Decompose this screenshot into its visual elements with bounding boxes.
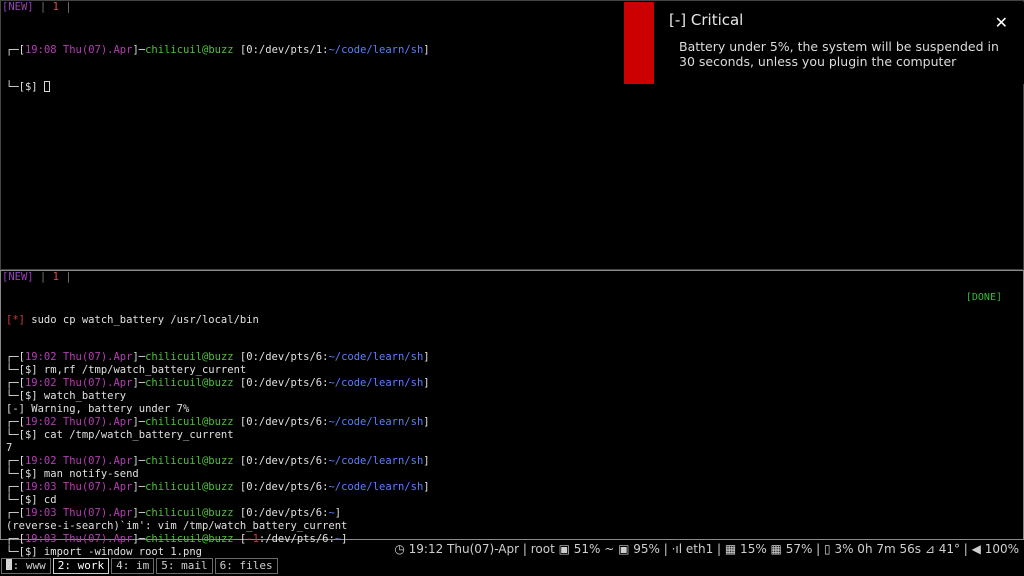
workspace-tab-2[interactable]: 2: work: [52, 558, 110, 574]
prompt-tty: 0:/dev/pts/6:: [246, 507, 329, 519]
workspace-tab-5[interactable]: 6: files: [214, 558, 278, 574]
command-line: └─[$] rm,rf /tmp/watch_battery_current: [6, 364, 1023, 377]
notification-body: Battery under 5%, the system will be sus…: [679, 39, 999, 69]
prompt-line: ┌─[19:02 Thu(07).Apr]─chilicuil@buzz [0:…: [6, 455, 430, 467]
tab-separator: |: [33, 1, 53, 13]
prompt-user: chilicuil@buzz: [145, 351, 234, 363]
prompt-line: ┌─[19:02 Thu(07).Apr]─chilicuil@buzz [0:…: [6, 351, 430, 363]
prompt-user: chilicuil@buzz: [145, 455, 234, 467]
notification-title: [-] Critical: [669, 11, 744, 29]
prompt-path: ~/code/learn/sh: [328, 351, 424, 363]
prompt-user: chilicuil@buzz: [145, 416, 234, 428]
prompt-tty: 0:/dev/pts/6:: [246, 455, 329, 467]
text-cursor: [43, 81, 50, 92]
status-bar: ◷ 19:12 Thu(07)-Apr | root ▣ 51% ~ ▣ 95%…: [0, 541, 1024, 557]
done-badge: [DONE]: [965, 292, 1002, 303]
workspace-tab-3[interactable]: 4: im: [111, 558, 155, 574]
prompt-tty: 0:/dev/pts/6:: [246, 481, 329, 493]
command-text: └─[$] man notify-send: [6, 468, 139, 480]
prompt-line: ┌─[19:02 Thu(07).Apr]─chilicuil@buzz [0:…: [6, 377, 430, 389]
prompt-time: 19:03 Thu(07).Apr: [24, 481, 133, 493]
prompt-path: ~/code/learn/sh: [328, 377, 424, 389]
prompt-tty: 0:/dev/pts/6:: [246, 416, 329, 428]
close-icon[interactable]: ✕: [995, 13, 1008, 32]
command-line: └─[$] cd: [6, 494, 1023, 507]
prompt-time: 19:02 Thu(07).Apr: [24, 416, 133, 428]
workspace-tab-1[interactable]: 1: www: [1, 558, 51, 574]
status-marker: [*]: [6, 314, 25, 326]
output-text: [-] Warning, battery under 7%: [6, 403, 190, 415]
prompt-time: 19:02 Thu(07).Apr: [24, 351, 133, 363]
command-output: [-] Warning, battery under 7%: [6, 403, 1023, 416]
prompt-path: ~/code/learn/sh: [328, 481, 424, 493]
prompt-path: ~/code/learn/sh: [328, 44, 424, 56]
prompt-time: 19:02 Thu(07).Apr: [24, 377, 133, 389]
urgency-bar: [624, 2, 654, 84]
prompt-line: ┌─[19:02 Thu(07).Apr]─chilicuil@buzz [0:…: [6, 416, 430, 428]
command-output: 7: [6, 442, 1023, 455]
prompt-line: ┌─[19:03 Thu(07).Apr]─chilicuil@buzz [0:…: [6, 481, 430, 493]
prompt-time: 19:03 Thu(07).Apr: [24, 507, 133, 519]
tab-separator: |: [33, 271, 53, 283]
prompt-tty: 0:/dev/pts/6:: [246, 351, 329, 363]
prompt-path: ~/code/learn/sh: [328, 416, 424, 428]
command-line: └─[$] man notify-send: [6, 468, 1023, 481]
terminal-pane-bottom[interactable]: [NEW] | 1 | [*] sudo cp watch_battery /u…: [0, 270, 1024, 570]
output-text: 7: [6, 442, 13, 454]
prompt-tty: 0:/dev/pts/6:: [246, 377, 329, 389]
workspace-tabs: 1: www 2: work 4: im 5: mail 6: files: [1, 558, 278, 575]
command-text: └─[$] rm,rf /tmp/watch_battery_current: [6, 364, 247, 376]
command-text: └─[$] cat /tmp/watch_battery_current: [6, 429, 234, 441]
prompt-tty: 0:/dev/pts/1:: [246, 44, 329, 56]
tab-new-label: [NEW]: [2, 271, 34, 283]
prompt-line: ┌─[19:03 Thu(07).Apr]─chilicuil@buzz [0:…: [6, 507, 342, 519]
search-text: (reverse-i-search)`im': vim /tmp/watch_b…: [6, 520, 348, 532]
command-text: sudo cp watch_battery /usr/local/bin: [24, 314, 259, 326]
reverse-search-line: (reverse-i-search)`im': vim /tmp/watch_b…: [6, 520, 1023, 533]
tab-new-label: [NEW]: [2, 1, 34, 13]
command-text: └─[$] cd: [6, 494, 57, 506]
prompt-path: ~/code/learn/sh: [328, 455, 424, 467]
prompt-user: chilicuil@buzz: [145, 44, 234, 56]
tab-separator: |: [58, 1, 72, 13]
pane-bottom-tabline: [NEW] | 1 |: [1, 271, 1023, 284]
sudo-command-line: [*] sudo cp watch_battery /usr/local/bin: [6, 314, 1023, 327]
workspace-tab-4[interactable]: 5: mail: [156, 558, 213, 574]
prompt-user: chilicuil@buzz: [145, 507, 234, 519]
tab-separator: |: [58, 271, 72, 283]
command-text: └─[$] watch_battery: [6, 390, 127, 402]
prompt-user: chilicuil@buzz: [145, 377, 234, 389]
command-line: └─[$] cat /tmp/watch_battery_current: [6, 429, 1023, 442]
prompt-time: 19:02 Thu(07).Apr: [24, 455, 133, 467]
status-text: ◷ 19:12 Thu(07)-Apr | root ▣ 51% ~ ▣ 95%…: [394, 542, 1019, 556]
prompt-time: 19:08 Thu(07).Apr: [24, 44, 133, 56]
command-line: └─[$] watch_battery: [6, 390, 1023, 403]
prompt-user: chilicuil@buzz: [145, 481, 234, 493]
critical-notification[interactable]: [-] Critical Battery under 5%, the syste…: [624, 2, 1024, 84]
